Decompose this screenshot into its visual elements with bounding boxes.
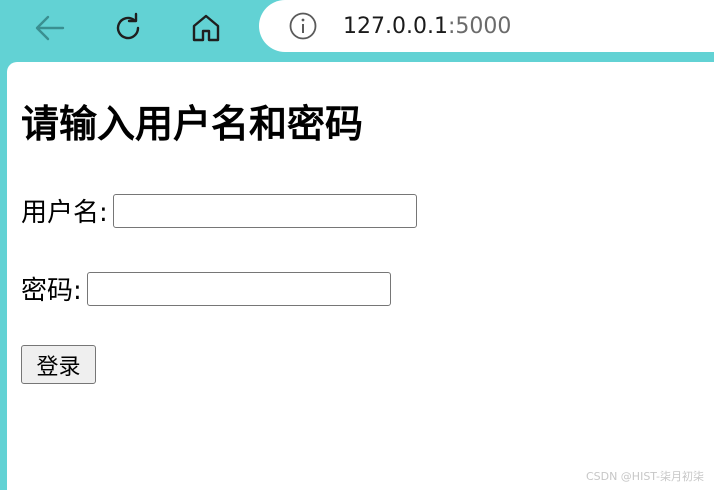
watermark: CSDN @HIST-柒月初柒 (585, 470, 704, 483)
back-button[interactable] (30, 8, 70, 48)
home-button[interactable] (186, 8, 226, 48)
refresh-icon (116, 12, 140, 40)
username-input[interactable] (112, 193, 417, 228)
address-url: 127.0.0.1:5000 (343, 14, 511, 39)
username-row: 用户名: (21, 192, 417, 229)
address-bar[interactable]: 127.0.0.1:5000 (259, 0, 714, 52)
url-port: :5000 (447, 13, 512, 39)
username-label: 用户名: (21, 198, 108, 228)
arrow-left-icon (35, 15, 65, 41)
page-title: 请输入用户名和密码 (21, 102, 364, 146)
reload-button[interactable] (108, 8, 148, 48)
browser-toolbar: 127.0.0.1:5000 (0, 0, 714, 60)
info-icon[interactable] (287, 10, 319, 42)
url-host: 127.0.0.1 (343, 13, 448, 39)
page-content: 请输入用户名和密码 用户名: 密码: 登录 CSDN @HIST-柒月初柒 (7, 62, 714, 490)
password-label: 密码: (21, 276, 82, 306)
home-icon (192, 14, 220, 42)
password-input[interactable] (86, 271, 391, 306)
password-row: 密码: (21, 270, 391, 307)
login-button[interactable]: 登录 (21, 345, 96, 384)
